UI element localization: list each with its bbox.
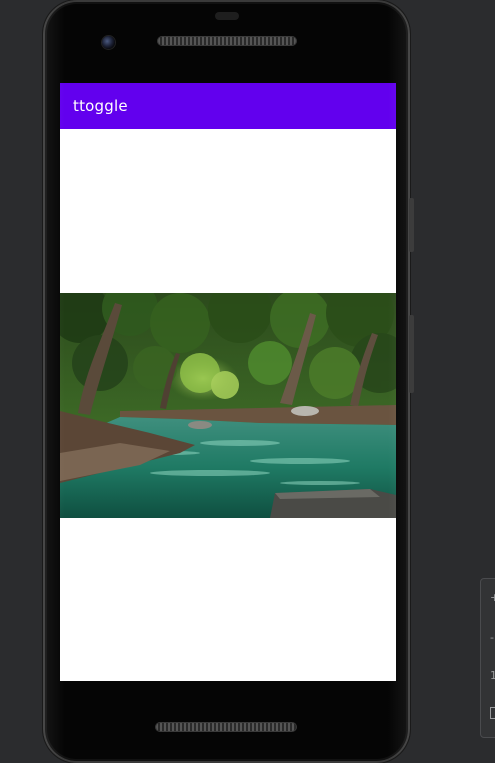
front-camera-icon	[102, 36, 115, 49]
river-image	[60, 293, 396, 518]
app-title: ttoggle	[73, 97, 128, 115]
bottom-speaker-grille	[156, 723, 296, 731]
device-frame: ttoggle	[43, 0, 410, 763]
top-speaker-grille	[158, 37, 296, 45]
emulator-tool-panel: + - 1	[480, 578, 495, 738]
zoom-in-button[interactable]: +	[490, 591, 495, 604]
app-bar: ttoggle	[60, 83, 396, 129]
frame-icon[interactable]	[490, 707, 495, 719]
volume-button[interactable]	[409, 198, 414, 252]
device-screen: ttoggle	[60, 83, 396, 681]
power-button[interactable]	[409, 315, 414, 393]
earpiece-notch	[215, 12, 239, 20]
zoom-out-button[interactable]: -	[490, 631, 494, 644]
zoom-one-to-one-button[interactable]: 1	[490, 669, 495, 682]
